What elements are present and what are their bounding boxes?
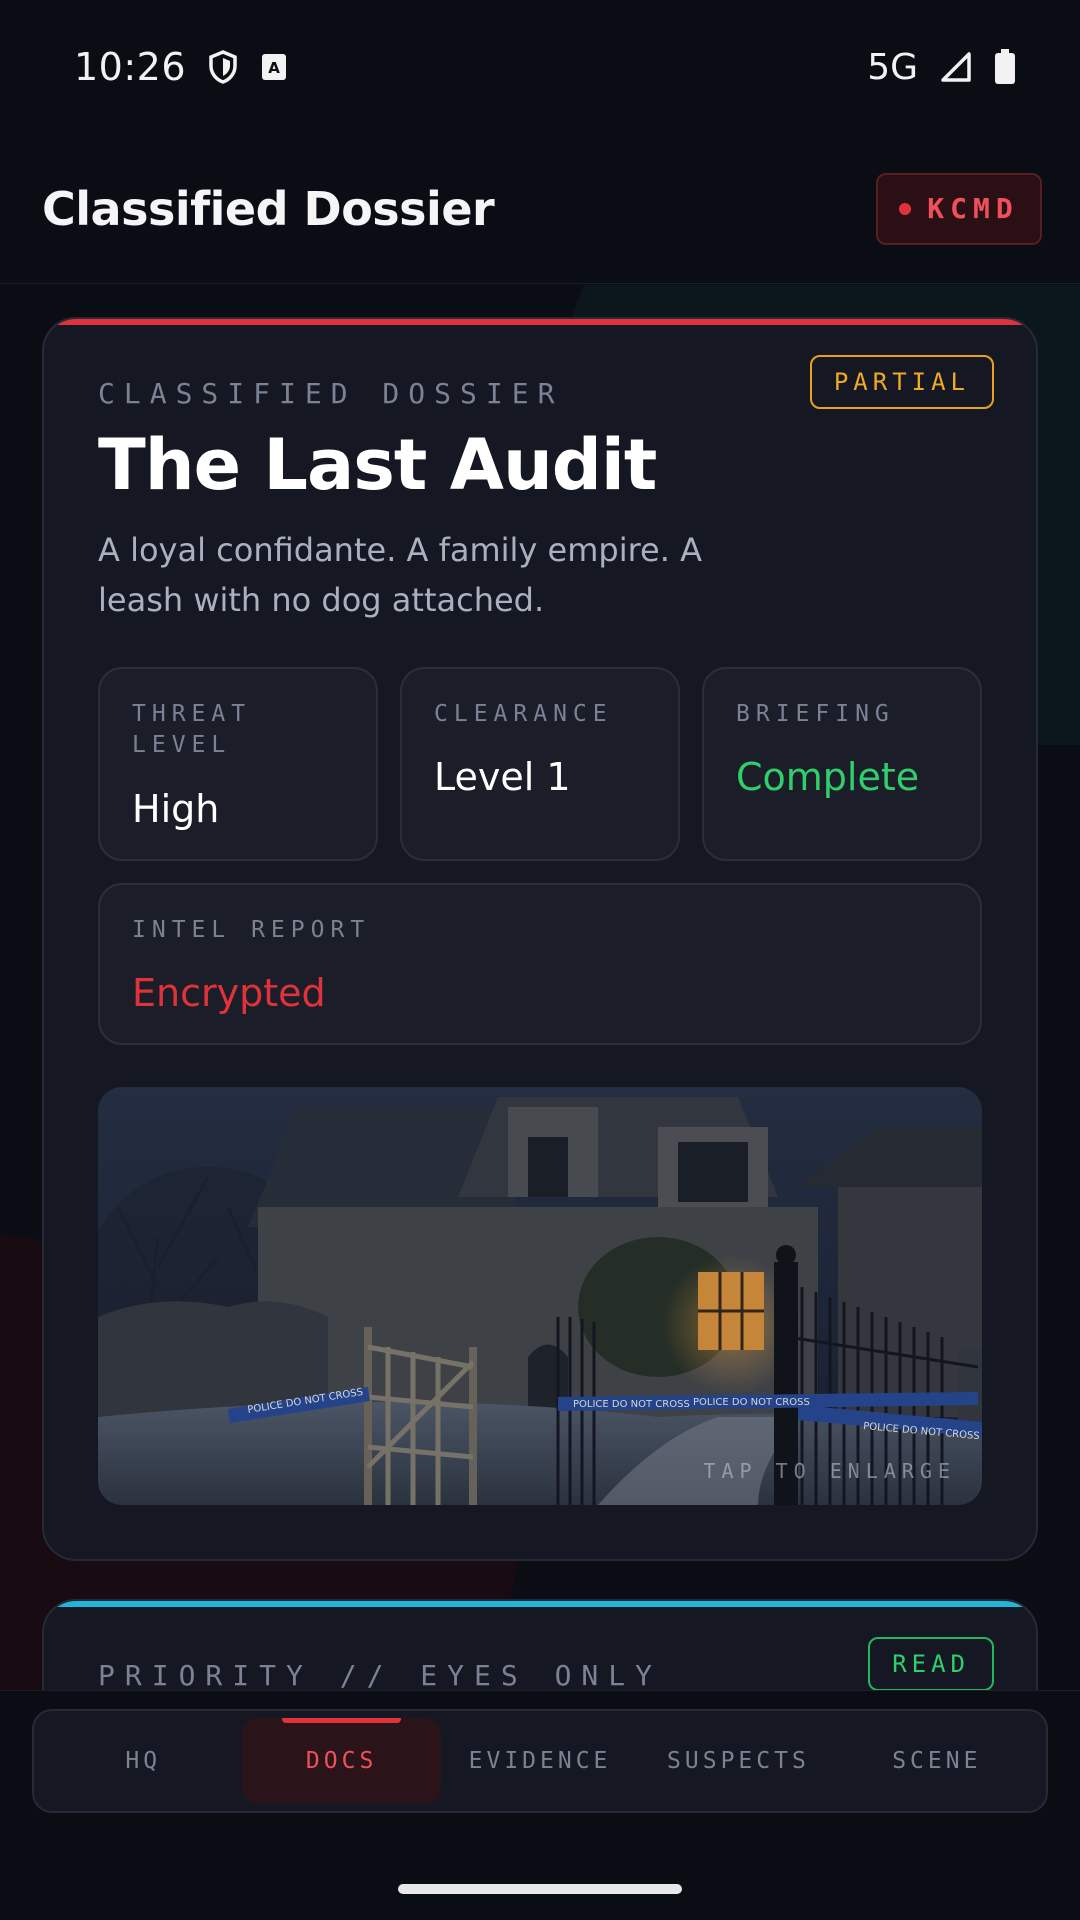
nav-item-scene[interactable]: SCENE xyxy=(838,1718,1036,1804)
manor-scene-illustration: POLICE DO NOT CROSS POLICE DO NOT CROSS … xyxy=(98,1087,982,1505)
keyboard-a-icon: A xyxy=(260,52,288,82)
stat-intel-report[interactable]: INTEL REPORT Encrypted xyxy=(98,883,982,1045)
stat-briefing: BRIEFING Complete xyxy=(702,667,982,861)
status-bar-right: 5G xyxy=(867,47,1016,88)
nav-item-suspects[interactable]: SUSPECTS xyxy=(639,1718,837,1804)
signal-icon xyxy=(940,51,972,83)
stat-clearance: CLEARANCE Level 1 xyxy=(400,667,680,861)
dossier-list[interactable]: CLASSIFIED DOSSIER PARTIAL The Last Audi… xyxy=(0,285,1080,1690)
stat-value: Encrypted xyxy=(132,971,326,1015)
stat-label: CLEARANCE xyxy=(434,701,613,727)
status-badge: READ xyxy=(868,1637,994,1690)
nav-item-hq[interactable]: HQ xyxy=(44,1718,242,1804)
stat-value: Complete xyxy=(736,755,920,799)
card-eyebrow: PRIORITY // EYES ONLY xyxy=(98,1659,663,1690)
dossier-card-secondary[interactable]: PRIORITY // EYES ONLY READ xyxy=(42,1599,1038,1690)
card-eyebrow: CLASSIFIED DOSSIER xyxy=(98,377,564,410)
card-accent-bar xyxy=(44,1601,1036,1607)
nav-item-docs[interactable]: DOCS xyxy=(242,1718,441,1804)
status-dot-icon xyxy=(899,202,912,215)
svg-text:A: A xyxy=(268,59,280,77)
status-bar: 10:26 A 5G xyxy=(0,0,1080,134)
status-bar-left: 10:26 A xyxy=(74,45,288,89)
card-accent-bar xyxy=(44,319,1036,325)
stat-label: INTEL REPORT xyxy=(132,917,371,943)
stat-value: High xyxy=(132,787,220,831)
stat-label: BRIEFING xyxy=(736,701,895,727)
tap-to-enlarge-hint: TAP TO ENLARGE xyxy=(703,1459,956,1483)
user-badge[interactable]: KCMD xyxy=(876,172,1042,245)
case-summary: A loyal confidante. A family empire. A l… xyxy=(98,531,702,619)
status-time: 10:26 xyxy=(74,45,187,89)
nav-item-evidence[interactable]: EVIDENCE xyxy=(441,1718,639,1804)
status-badge: PARTIAL xyxy=(809,355,994,409)
page-title: Classified Dossier xyxy=(42,181,495,236)
case-title: The Last Audit xyxy=(98,424,657,506)
home-indicator[interactable] xyxy=(398,1884,682,1894)
stat-value: Level 1 xyxy=(434,755,571,799)
app-bar: Classified Dossier KCMD xyxy=(0,134,1080,284)
stat-label: THREAT LEVEL xyxy=(132,701,252,758)
battery-icon xyxy=(994,49,1016,85)
bottom-nav: HQ DOCS EVIDENCE SUSPECTS SCENE xyxy=(32,1709,1048,1813)
dossier-card[interactable]: CLASSIFIED DOSSIER PARTIAL The Last Audi… xyxy=(42,317,1038,1561)
scene-image[interactable]: POLICE DO NOT CROSS POLICE DO NOT CROSS … xyxy=(98,1087,982,1505)
user-badge-label: KCMD xyxy=(927,192,1019,225)
stat-threat-level: THREAT LEVEL High xyxy=(98,667,378,861)
network-type: 5G xyxy=(867,46,918,88)
shield-icon xyxy=(208,50,238,84)
